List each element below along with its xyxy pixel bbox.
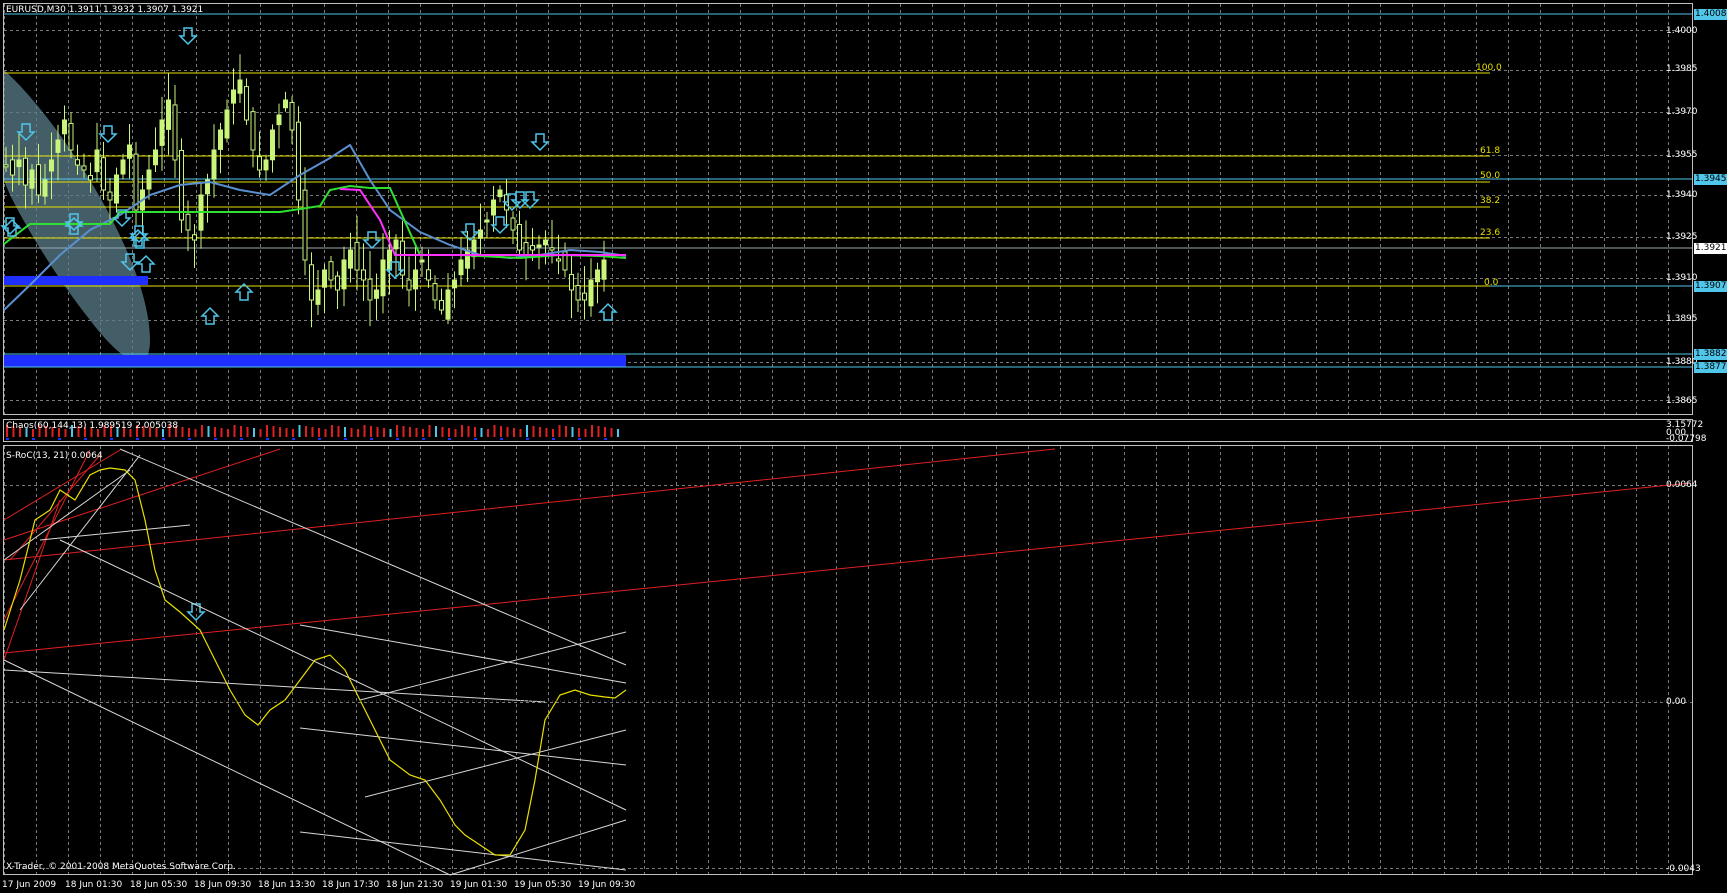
fibo-label: 23.6 [1480,228,1501,238]
chart-canvas[interactable] [0,0,1727,893]
time-label: 18 Jun 13:30 [258,880,316,890]
main-window-title: EURUSD,M30 1.3911 1.3932 1.3907 1.3921 [6,5,204,15]
bid-price-box: 1.3921 [1694,243,1727,254]
price-box: 1.3945 [1694,174,1727,185]
price-label: 1.3955 [1666,150,1698,160]
time-label: 18 Jun 01:30 [65,880,123,890]
time-label: 19 Jun 05:30 [514,880,572,890]
price-label: 1.3940 [1666,190,1698,200]
time-label: 19 Jun 09:30 [578,880,636,890]
sroc-axis-label: 0.0064 [1666,480,1698,490]
time-label: 19 Jun 01:30 [450,880,508,890]
time-label: 18 Jun 17:30 [322,880,380,890]
window-frames [3,3,1693,875]
andrews-ellipse-shape[interactable] [4,70,150,362]
fibo-label: 0.0 [1484,278,1499,288]
price-label: 1.3865 [1666,396,1698,406]
sroc-window-title: S-RoC(13, 21) 0.0064 [6,451,103,461]
price-box: 1.3907 [1694,281,1727,292]
sroc-trendlines[interactable] [3,448,1691,876]
price-label: 1.4000 [1666,26,1698,36]
mt4-chart-window[interactable]: EURUSD,M30 1.3911 1.3932 1.3907 1.3921 C… [0,0,1727,893]
time-label: 18 Jun 21:30 [386,880,444,890]
time-label: 18 Jun 05:30 [130,880,188,890]
horizontal-lines[interactable] [4,13,1692,368]
price-box: 1.3877 [1694,362,1727,373]
support-band-lower [4,355,626,367]
price-box: 1.4008 [1694,9,1727,20]
fibo-label: 100.0 [1476,63,1502,73]
fibo-label: 61.8 [1480,146,1501,156]
chaos-window-title: Chaos(60,144,13) 1.989519 2.005038 [6,421,179,431]
price-label: 1.3895 [1666,314,1698,324]
price-box: 1.3882 [1694,349,1727,360]
chaos-axis-label: -0.07798 [1666,434,1707,444]
fibo-label: 50.0 [1480,171,1501,181]
time-label: 18 Jun 09:30 [194,880,252,890]
grid-lines [4,4,1692,874]
copyright-text: X-Trader, © 2001-2008 MetaQuotes Softwar… [6,862,236,872]
support-band-upper [4,276,148,285]
sroc-axis-label: -0.0043 [1666,864,1701,874]
time-label: 17 Jun 2009 [2,880,57,890]
price-label: 1.3985 [1666,64,1698,74]
fibo-label: 38.2 [1480,196,1501,206]
price-label: 1.3970 [1666,107,1698,117]
price-label: 1.3925 [1666,232,1698,242]
sroc-axis-label: 0.00 [1666,697,1687,707]
